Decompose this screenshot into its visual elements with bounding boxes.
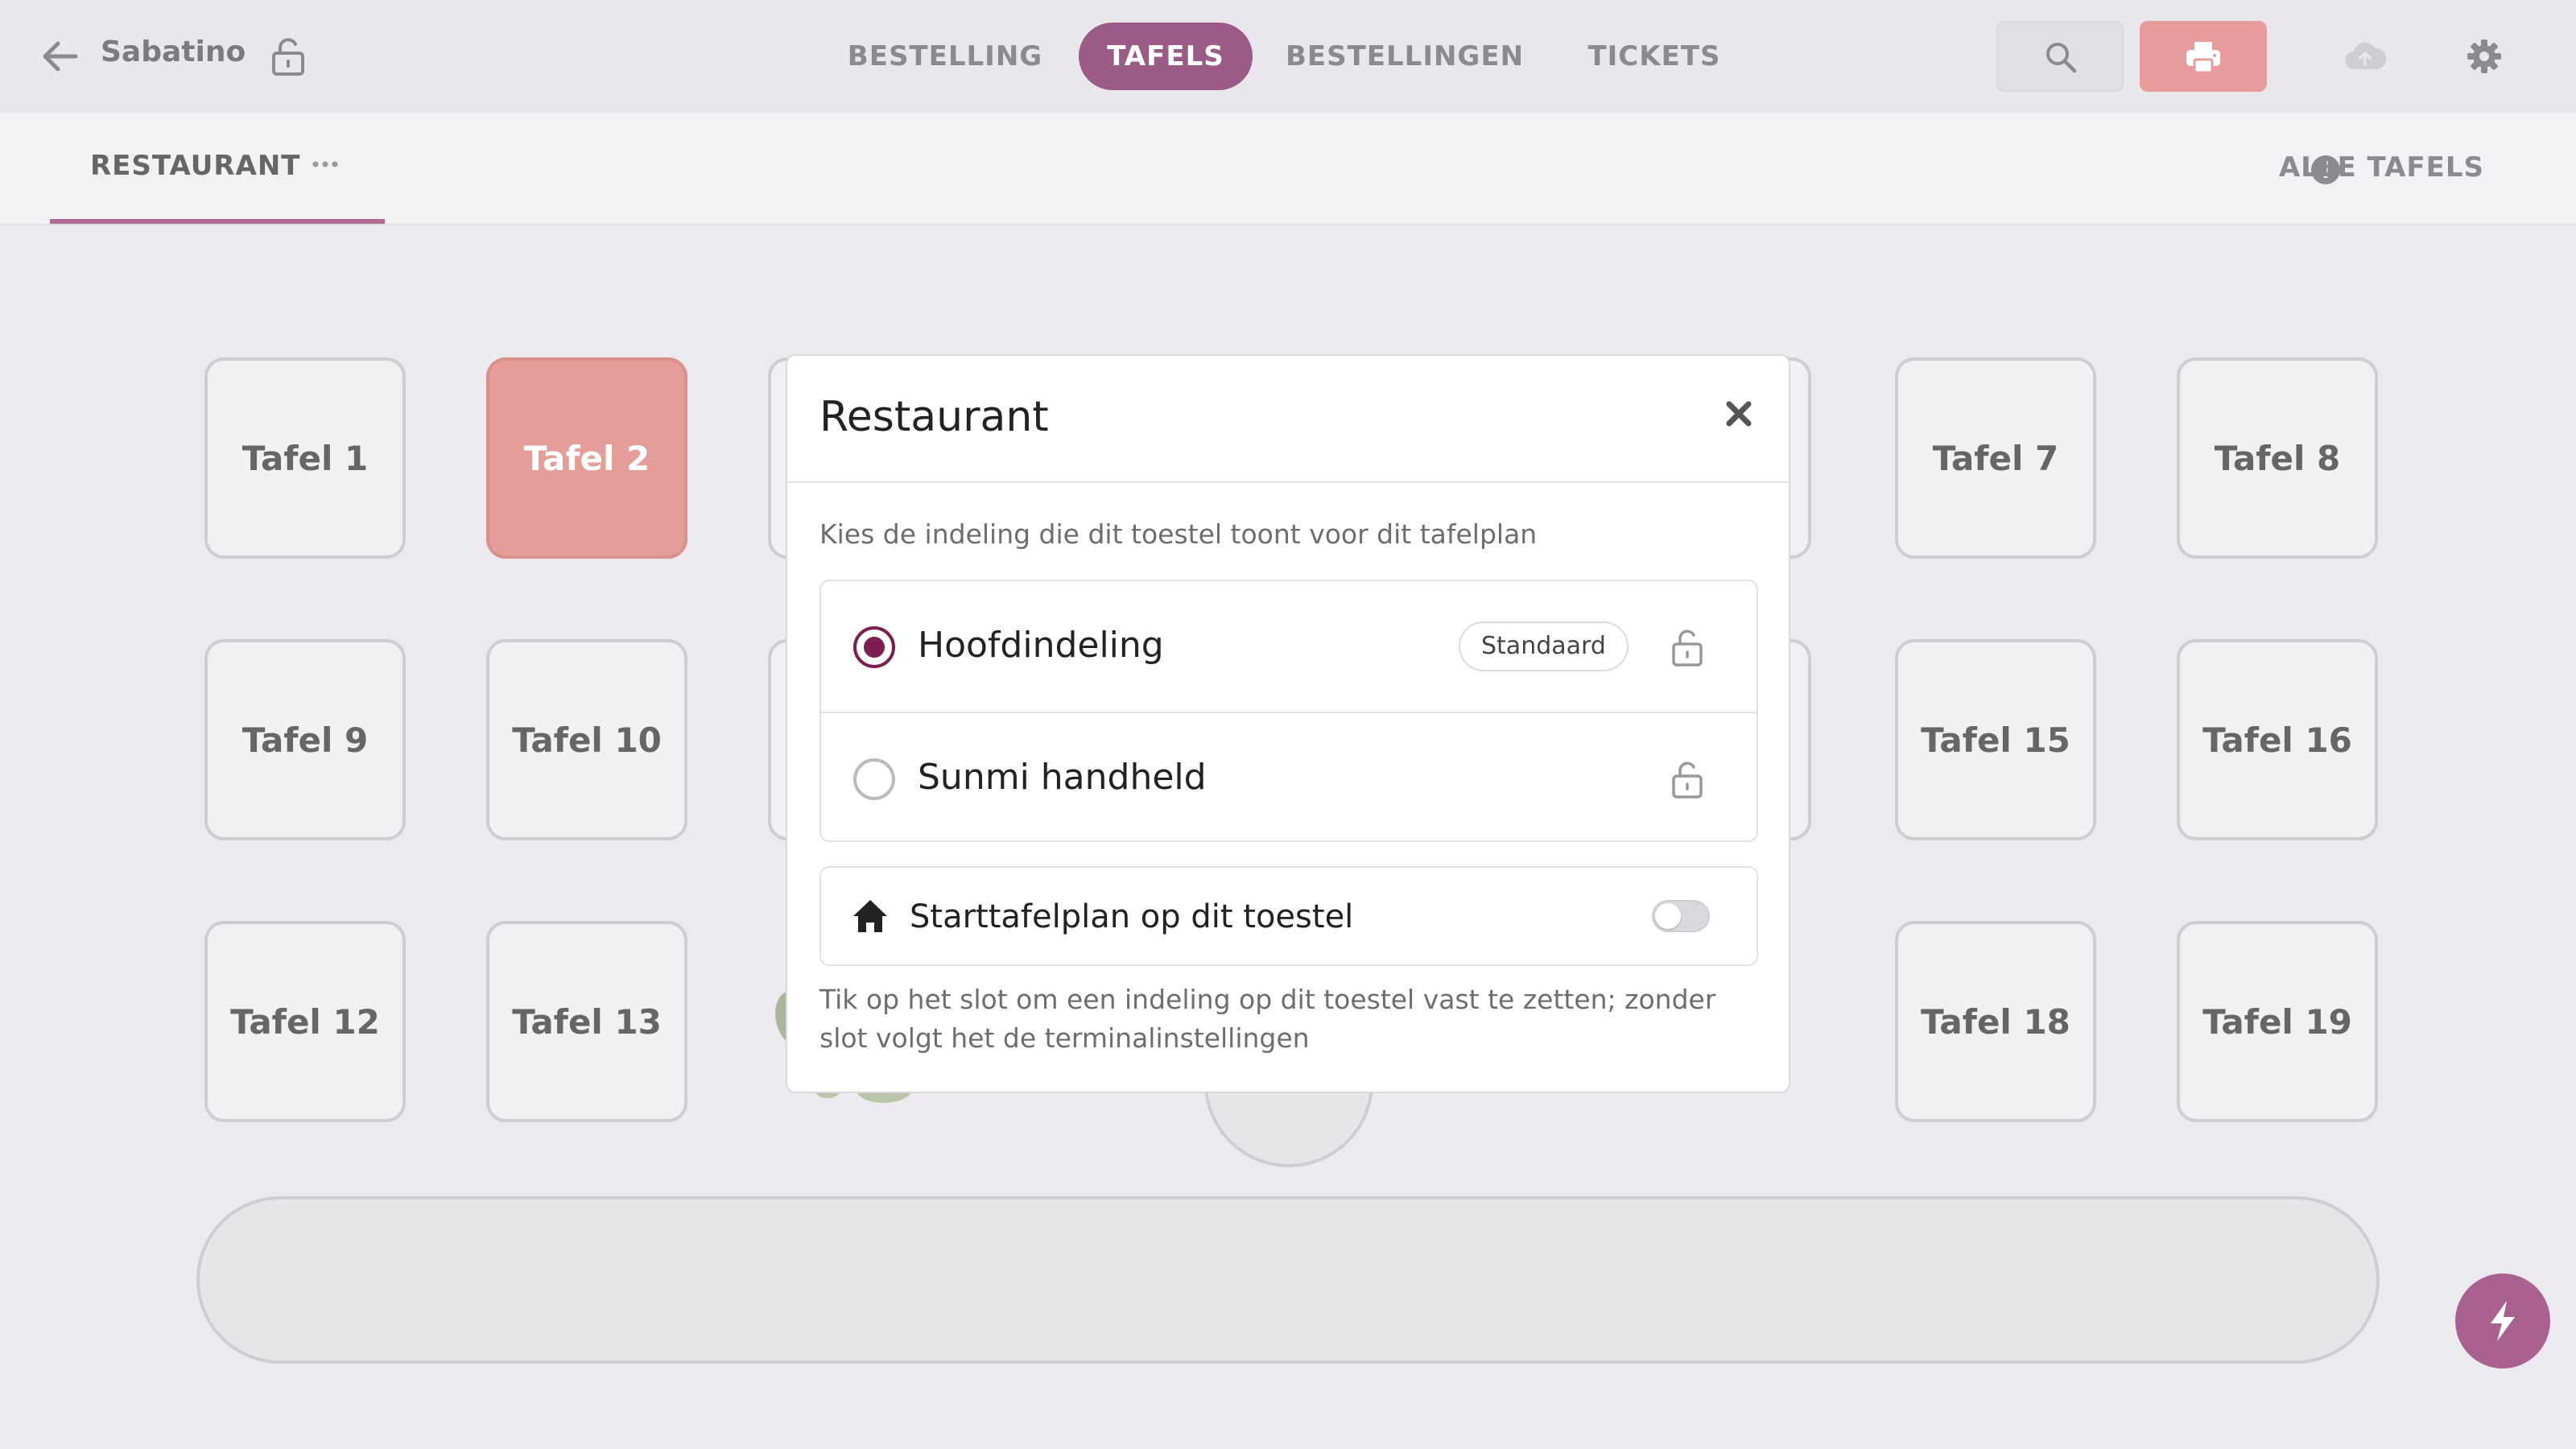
layout-option-label: Hoofdindeling <box>918 625 1164 666</box>
printer-icon <box>2186 42 2220 74</box>
table-tafel-12[interactable]: Tafel 12 <box>204 921 406 1122</box>
lightning-icon <box>2491 1301 2515 1341</box>
print-button[interactable] <box>2140 21 2267 92</box>
radio-selected[interactable] <box>853 626 895 668</box>
layout-option-sunmi-handheld[interactable]: Sunmi handheld <box>821 712 1757 842</box>
table-tafel-9[interactable]: Tafel 9 <box>204 639 406 840</box>
dialog-title: Restaurant <box>819 393 1049 441</box>
radio-unselected[interactable] <box>853 758 895 800</box>
layout-option-label: Sunmi handheld <box>918 757 1207 798</box>
layout-dialog: Restaurant Kies de indeling die dit toes… <box>786 354 1790 1093</box>
dialog-divider <box>787 481 1789 483</box>
layout-options: Hoofdindeling Standaard Sunmi handheld <box>819 580 1758 842</box>
table-tafel-13[interactable]: Tafel 13 <box>486 921 687 1122</box>
layout-option-hoofdindeling[interactable]: Hoofdindeling Standaard <box>821 581 1757 710</box>
close-icon[interactable] <box>1721 396 1757 431</box>
search-button[interactable] <box>1996 21 2124 92</box>
section-tab-label: RESTAURANT <box>90 150 301 182</box>
table-tafel-1[interactable]: Tafel 1 <box>204 357 406 559</box>
table-tafel-16[interactable]: Tafel 16 <box>2177 639 2378 840</box>
tab-bestellingen[interactable]: BESTELLINGEN <box>1280 23 1530 90</box>
tab-tickets[interactable]: TICKETS <box>1562 23 1747 90</box>
start-plan-label: Starttafelplan op dit toestel <box>910 898 1354 935</box>
table-tafel-10[interactable]: Tafel 10 <box>486 639 687 840</box>
cloud-icon[interactable] <box>2344 39 2386 74</box>
default-badge: Standaard <box>1459 621 1629 671</box>
search-icon <box>2046 43 2077 73</box>
unlock-icon[interactable] <box>1671 760 1703 799</box>
all-tables-button[interactable]: ALLE TAFELS <box>2279 151 2484 184</box>
section-bar: RESTAURANT <box>0 113 2576 225</box>
quick-action-button[interactable] <box>2455 1274 2550 1368</box>
table-tafel-7[interactable]: Tafel 7 <box>1895 357 2096 559</box>
gear-icon[interactable] <box>2467 39 2502 74</box>
table-tafel-19[interactable]: Tafel 19 <box>2177 921 2378 1122</box>
start-plan-row: Starttafelplan op dit toestel <box>819 866 1758 966</box>
table-tafel-15[interactable]: Tafel 15 <box>1895 639 2096 840</box>
lock-help-text: Tik op het slot om een indeling op dit t… <box>819 984 1716 1054</box>
tab-bestelling[interactable]: BESTELLING <box>839 23 1051 90</box>
section-tab-restaurant[interactable]: RESTAURANT <box>50 113 385 224</box>
table-tafel-8[interactable]: Tafel 8 <box>2177 357 2378 559</box>
table-tafel-2[interactable]: Tafel 2 <box>486 357 687 559</box>
top-bar: Sabatino BESTELLING TAFELS BESTELLINGEN … <box>0 0 2576 113</box>
bar-table[interactable] <box>196 1196 2380 1364</box>
tab-tafels[interactable]: TAFELS <box>1079 23 1253 90</box>
dialog-description: Kies de indeling die dit toestel toont v… <box>819 518 1538 550</box>
unlock-icon[interactable] <box>1671 628 1703 667</box>
start-plan-toggle[interactable] <box>1652 900 1710 932</box>
more-icon[interactable] <box>309 156 341 172</box>
table-tafel-18[interactable]: Tafel 18 <box>1895 921 2096 1122</box>
home-icon <box>853 900 887 932</box>
